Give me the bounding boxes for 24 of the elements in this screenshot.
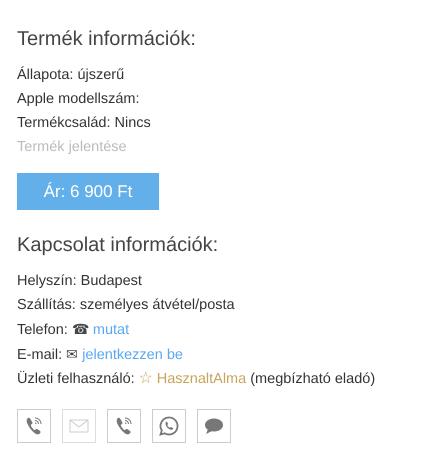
contact-icon: ✉ — [66, 346, 78, 362]
info-label: Telefon: — [17, 322, 68, 338]
price-button[interactable]: Ár: 6 900 Ft — [17, 173, 159, 210]
star-icon: ☆ — [138, 370, 153, 387]
contact-icon: ☎ — [72, 321, 89, 337]
contact-button[interactable] — [17, 409, 51, 443]
contact-link[interactable]: jelentkezzen be — [82, 347, 183, 363]
seller-link[interactable]: HasznaltAlma — [156, 371, 246, 387]
info-text: (megbízható eladó) — [250, 371, 376, 387]
contact-link[interactable]: mutat — [92, 322, 130, 338]
report-link[interactable]: Termék jelentése — [17, 139, 127, 155]
contact-button[interactable] — [152, 409, 186, 443]
contact-button[interactable] — [107, 409, 141, 443]
info-text: Termékcsalád: Nincs — [17, 114, 152, 133]
whatsapp-icon — [158, 415, 180, 437]
info-label: Üzleti felhasználó: — [17, 371, 135, 387]
info-label: E-mail: — [17, 347, 62, 363]
section-title: Termék információk: — [17, 27, 197, 52]
info-text: Apple modellszám: — [17, 90, 140, 109]
contact-button[interactable] — [197, 409, 231, 443]
info-text: Állapota: újszerű — [17, 65, 126, 85]
info-text: Szállítás: személyes átvétel/posta — [17, 297, 235, 313]
info-text: Helyszín: Budapest — [17, 273, 142, 289]
section-title: Kapcsolat információk: — [17, 233, 220, 258]
